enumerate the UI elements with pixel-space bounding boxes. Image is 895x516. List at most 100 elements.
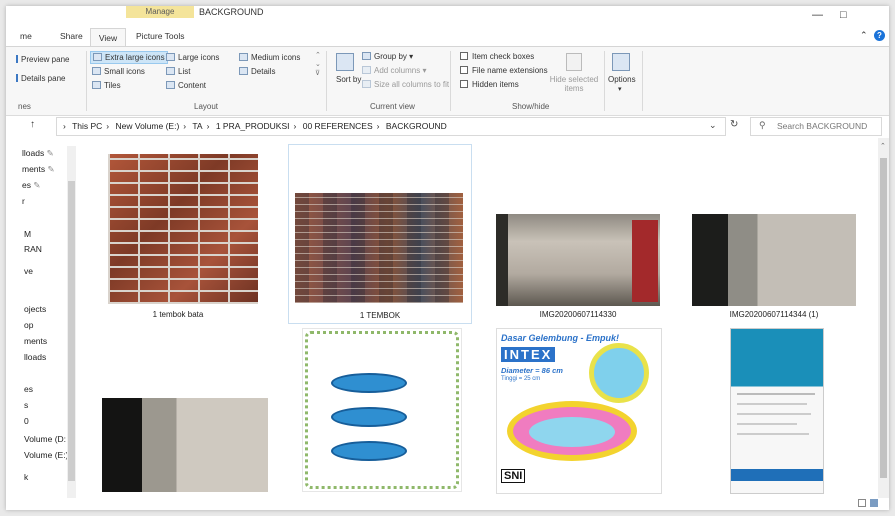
large-icons-option[interactable]: Large icons (166, 53, 219, 62)
pool-heading: Dasar Gelembung - Empuk! (501, 333, 620, 343)
file-thumbnail (496, 214, 660, 306)
address-dropdown-icon[interactable]: ⌄ (709, 120, 717, 131)
nav-item[interactable]: op (24, 320, 33, 330)
window-title: BACKGROUND (199, 7, 264, 17)
nav-item[interactable]: RAN (24, 244, 42, 254)
pin-icon[interactable]: ✎ (48, 164, 55, 174)
nav-item[interactable]: es (24, 384, 33, 394)
nav-item[interactable]: lloads (24, 352, 46, 362)
options-button[interactable]: Options (608, 75, 636, 84)
pool-zoom-shape (589, 343, 649, 403)
details-view-icon[interactable] (858, 499, 866, 507)
small-icons-icon (92, 67, 101, 75)
layout-scroll-arrows-icon[interactable]: ⌃ ⌄ ⊽ (315, 51, 321, 78)
address-bar[interactable]: › This PC › New Volume (E:) › TA › 1 PRA_PR… (56, 117, 726, 136)
pool-water-shape (529, 417, 615, 447)
large-icons-view-icon[interactable] (870, 499, 878, 507)
breadcrumb-new-volume[interactable]: New Volume (E:) (116, 121, 180, 131)
up-arrow-icon[interactable]: ↑ (30, 119, 35, 130)
sort-by-button[interactable]: Sort by (336, 75, 361, 84)
file-item[interactable] (724, 328, 824, 498)
content-option[interactable]: Content (166, 81, 206, 90)
nav-item[interactable]: Volume (D: (24, 434, 66, 444)
details-pane-button[interactable]: Details pane (16, 74, 65, 83)
file-thumbnail (102, 398, 268, 492)
group-by-button[interactable]: Group by ▾ (362, 52, 413, 61)
nav-scrollbar[interactable] (67, 146, 76, 498)
tab-view[interactable]: View (90, 28, 126, 47)
nav-item[interactable]: Volume (E:) (24, 450, 68, 460)
file-item[interactable]: IMG20200607114330 (488, 144, 668, 324)
help-icon[interactable]: ? (874, 30, 885, 41)
nav-item[interactable]: k (24, 472, 28, 482)
hide-selected-items-button[interactable]: Hide selected items (546, 75, 602, 93)
nav-item[interactable]: 0 (24, 416, 29, 426)
nav-item[interactable]: ve (24, 266, 33, 276)
pin-icon[interactable]: ✎ (33, 180, 40, 190)
size-all-columns-button[interactable]: Size all columns to fit (362, 80, 449, 89)
content-icon (166, 81, 175, 89)
file-name-extensions-toggle[interactable]: File name extensions (460, 66, 548, 75)
ribbon-collapse-chevron-icon[interactable]: ⌃ (860, 30, 868, 41)
breadcrumb-pra-produksi[interactable]: 1 PRA_PRODUKSI (216, 121, 290, 131)
medium-icons-label: Medium icons (251, 53, 301, 62)
medium-icons-icon (239, 53, 248, 61)
address-row: ↑ › This PC › New Volume (E:) › TA › 1 PRA_… (6, 116, 889, 136)
breadcrumb-background[interactable]: BACKGROUND (386, 121, 447, 131)
nav-item[interactable]: es ✎ (22, 180, 40, 191)
add-columns-button[interactable]: Add columns ▾ (362, 66, 427, 75)
nav-item[interactable]: ments (24, 336, 47, 346)
size-all-columns-label: Size all columns to fit (374, 80, 450, 89)
search-input[interactable]: Search BACKGROUND (777, 121, 867, 131)
medium-icons-option[interactable]: Medium icons (239, 53, 300, 62)
file-item[interactable]: Dasar Gelembung - Empuk! INTEX Diameter … (490, 328, 666, 498)
small-icons-label: Small icons (104, 67, 145, 76)
file-name: 1 tembok bata (152, 310, 204, 319)
refresh-icon[interactable]: ↻ (730, 119, 738, 130)
list-label: List (178, 67, 191, 76)
manage-context-tab[interactable]: Manage (126, 6, 194, 18)
search-box[interactable]: ⚲ Search BACKGROUND (750, 117, 882, 136)
add-columns-label: Add columns (374, 66, 421, 75)
tab-picture-tools[interactable]: Picture Tools (136, 31, 185, 41)
nav-item[interactable]: ojects (24, 304, 46, 314)
tab-home[interactable]: me (20, 31, 32, 41)
details-option[interactable]: Details (239, 67, 275, 76)
file-item[interactable]: IMG20200607114344 (1) (684, 144, 864, 324)
nav-item[interactable]: r (22, 196, 25, 206)
item-check-boxes-checkbox[interactable] (460, 52, 468, 60)
red-door-shape (632, 220, 658, 302)
file-item[interactable] (98, 328, 268, 498)
options-dropdown-chevron-icon[interactable]: ▾ (618, 85, 622, 93)
file-item[interactable] (292, 328, 468, 498)
breadcrumb-ta[interactable]: TA (192, 121, 202, 131)
maximize-button[interactable]: □ (840, 9, 847, 21)
file-item[interactable]: 1 tembok bata (98, 144, 258, 324)
extra-large-icons-option[interactable]: Extra large icons (90, 51, 168, 64)
breadcrumb-references[interactable]: 00 REFERENCES (303, 121, 373, 131)
list-option[interactable]: List (166, 67, 190, 76)
item-check-boxes-toggle[interactable]: Item check boxes (460, 52, 534, 61)
content-scrollbar[interactable]: ⌃ (878, 138, 889, 498)
hide-selected-items-icon (566, 53, 582, 71)
breadcrumb-this-pc[interactable]: This PC (72, 121, 102, 131)
nav-item[interactable]: s (24, 400, 28, 410)
hidden-items-toggle[interactable]: Hidden items (460, 80, 519, 89)
minimize-button[interactable]: — (812, 9, 823, 21)
content-scrollbar-thumb[interactable] (880, 158, 887, 478)
nav-item[interactable]: ments ✎ (22, 164, 55, 175)
scroll-up-icon[interactable]: ⌃ (880, 142, 886, 150)
nav-scrollbar-thumb[interactable] (68, 181, 75, 481)
text-line-shape (737, 433, 809, 435)
tab-share[interactable]: Share (60, 31, 83, 41)
nav-item-label: ments (22, 164, 46, 174)
preview-pane-button[interactable]: Preview pane (16, 55, 69, 64)
nav-item[interactable]: lloads ✎ (22, 148, 54, 159)
hidden-items-checkbox[interactable] (460, 80, 468, 88)
pin-icon[interactable]: ✎ (47, 148, 54, 158)
tiles-option[interactable]: Tiles (92, 81, 121, 90)
file-item-selected[interactable]: 1 TEMBOK (288, 144, 472, 324)
nav-item[interactable]: M (24, 229, 31, 239)
small-icons-option[interactable]: Small icons (92, 67, 145, 76)
file-name-extensions-checkbox[interactable] (460, 66, 468, 74)
